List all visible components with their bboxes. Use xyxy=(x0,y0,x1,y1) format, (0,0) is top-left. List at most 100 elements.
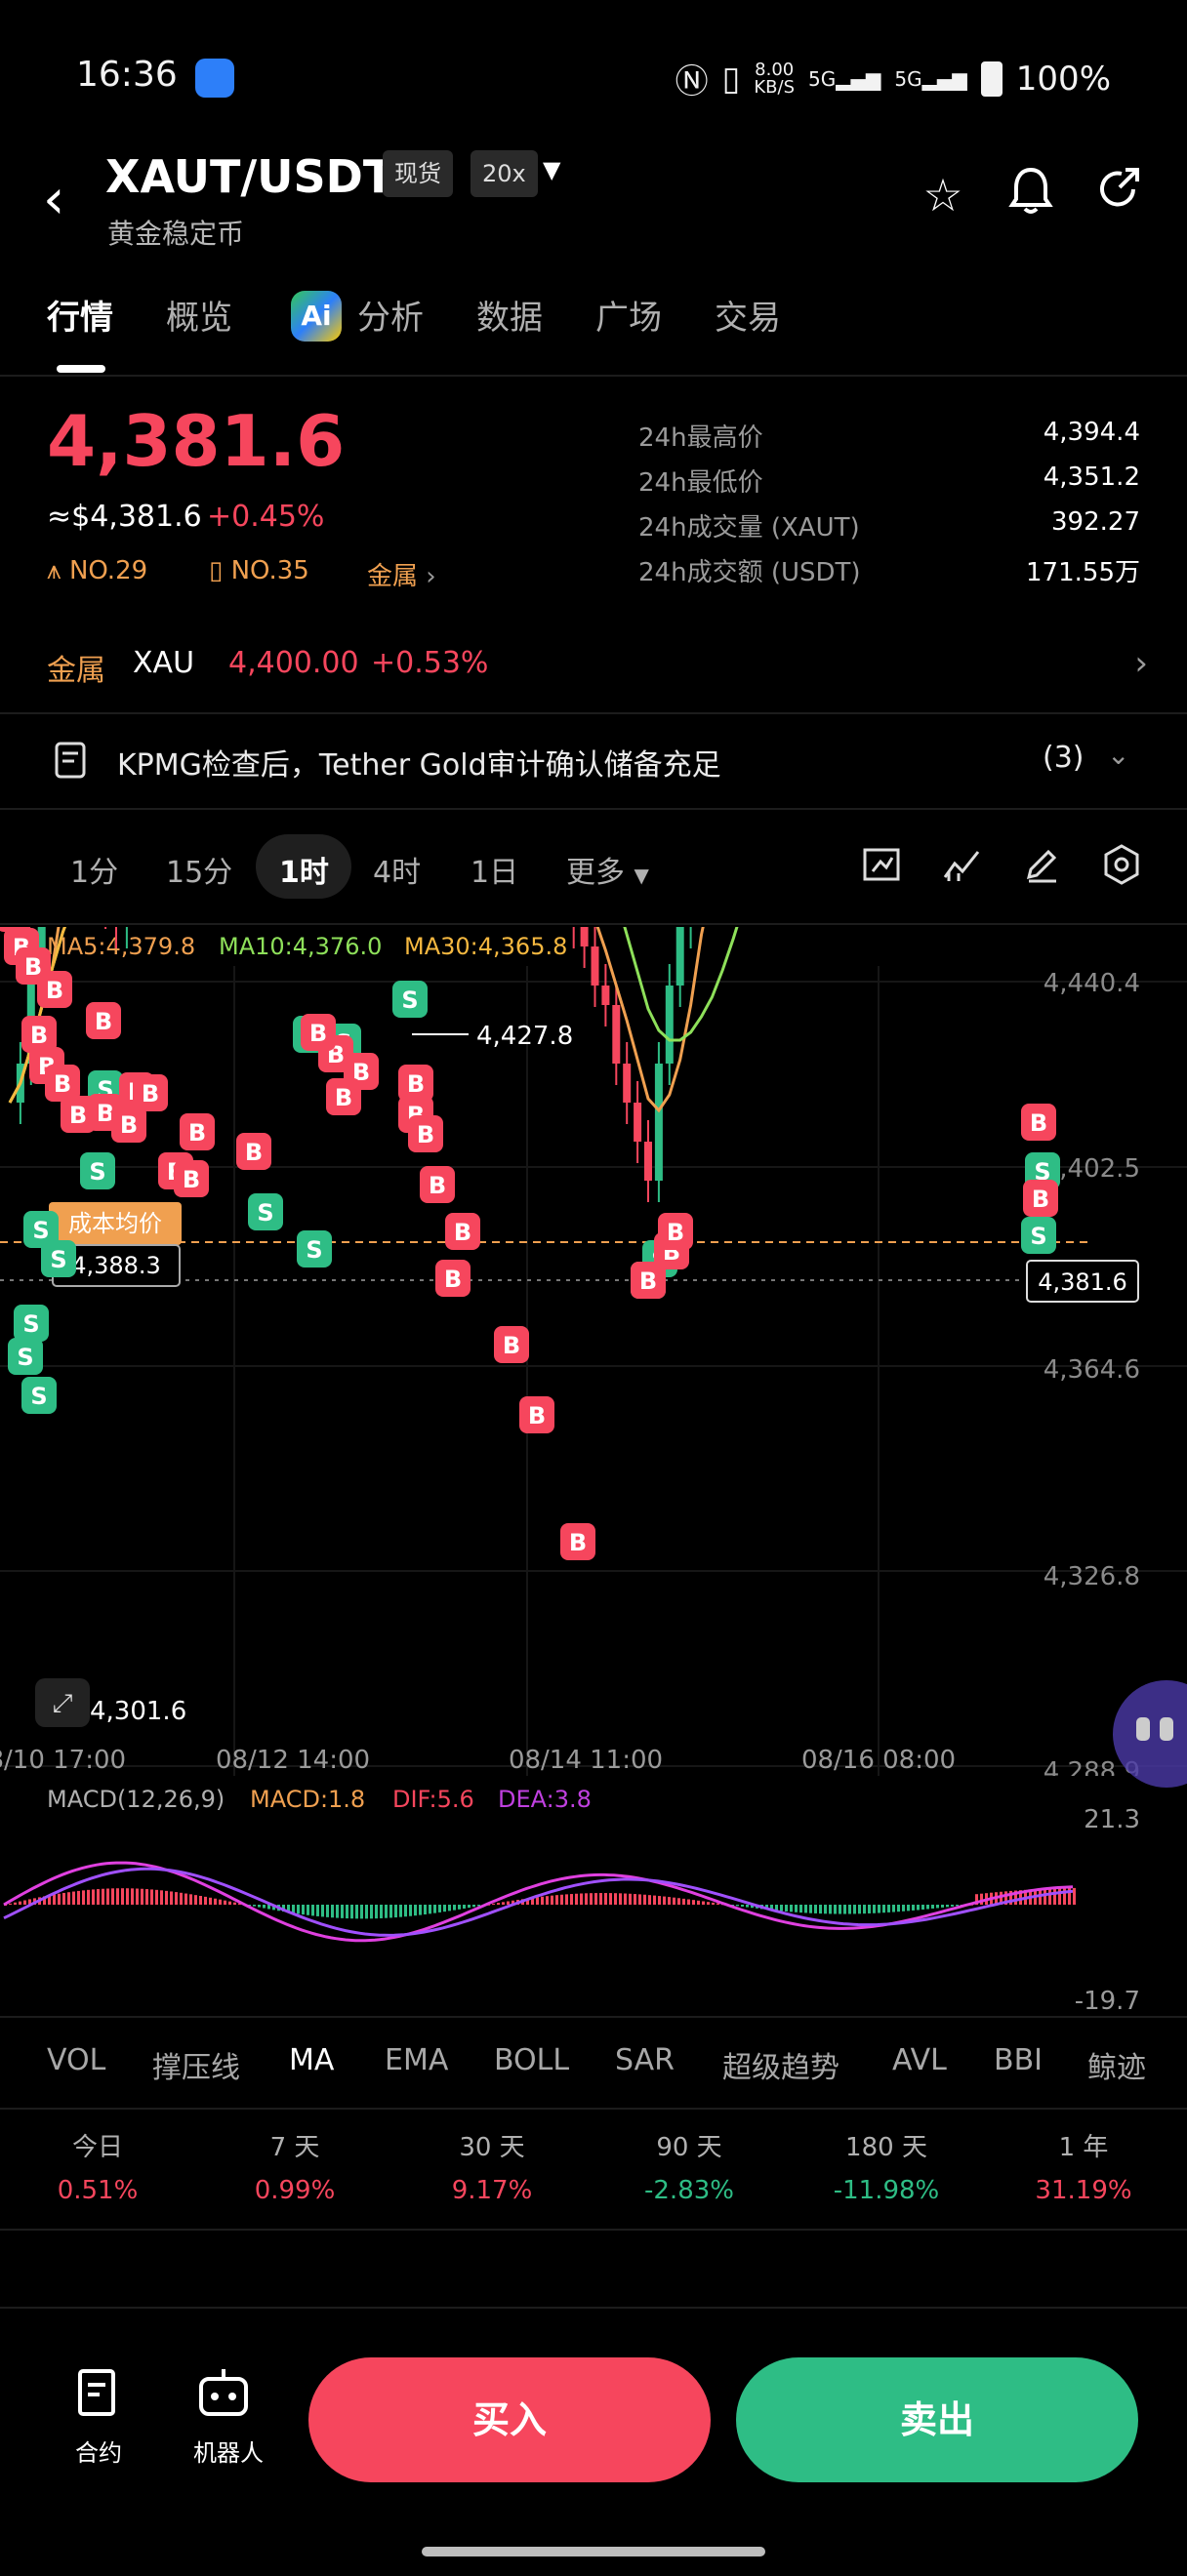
star-icon[interactable]: ☆ xyxy=(914,166,972,224)
metal-change: +0.53% xyxy=(371,646,489,680)
stat-label-vol: 24h成交量 (XAUT) xyxy=(638,513,860,543)
tab-trade[interactable]: 交易 xyxy=(715,291,781,339)
interval-15m[interactable]: 15分 xyxy=(166,848,232,891)
macd-bar xyxy=(131,1888,134,1905)
indicator-boll[interactable]: BOLL xyxy=(494,2043,569,2077)
macd-bar xyxy=(590,1893,593,1905)
tab-analysis[interactable]: 分析 xyxy=(357,291,424,339)
perf-value-1y: 31.19% xyxy=(1035,2176,1132,2205)
perf-value-today: 0.51% xyxy=(57,2176,139,2205)
low-label: 4,301.6 xyxy=(90,1697,186,1726)
macd-bar xyxy=(507,1901,510,1905)
macd-bar xyxy=(692,1900,695,1905)
share-icon[interactable] xyxy=(1089,166,1148,224)
indicator-whale[interactable]: 鲸迹 xyxy=(1087,2043,1146,2086)
macd-bar xyxy=(311,1905,314,1916)
macd-bar xyxy=(297,1905,300,1914)
macd-bar xyxy=(839,1905,841,1914)
draw-pencil-icon[interactable] xyxy=(1019,842,1068,891)
macd-bar xyxy=(921,1905,924,1910)
perf-label-30d: 30 天 xyxy=(459,2133,525,2162)
rank-1-label: NO.29 xyxy=(68,556,148,585)
macd-bar xyxy=(804,1905,807,1913)
indicator-supertrend[interactable]: 超级趋势 xyxy=(722,2043,839,2086)
interval-1m[interactable]: 1分 xyxy=(70,848,118,891)
macd-bar xyxy=(580,1893,583,1905)
candle xyxy=(644,1142,652,1181)
macd-bar xyxy=(316,1905,319,1916)
macd-bar xyxy=(346,1905,348,1919)
macd-bar xyxy=(341,1905,344,1918)
macd-bar xyxy=(1044,1888,1046,1905)
bell-icon[interactable] xyxy=(1002,166,1060,224)
metal-row[interactable]: 金属 XAU 4,400.00 +0.53% › xyxy=(0,634,1187,703)
price-chart[interactable]: MA5:4,379.8 MA10:4,376.0 MA30:4,365.8 4,… xyxy=(0,927,1187,1776)
indicator-support[interactable]: 撑压线 xyxy=(152,2043,240,2086)
macd-bar xyxy=(326,1905,329,1917)
interval-1h[interactable]: 1时 xyxy=(279,848,329,891)
indicator-avl[interactable]: AVL xyxy=(892,2043,947,2077)
interval-4h[interactable]: 4时 xyxy=(373,848,421,891)
macd-bar xyxy=(614,1893,617,1905)
macd-bar xyxy=(882,1905,885,1913)
indicator-icon[interactable] xyxy=(939,842,988,891)
macd-bar xyxy=(980,1893,983,1905)
indicator-sar[interactable]: SAR xyxy=(615,2043,675,2077)
indicator-bbi[interactable]: BBI xyxy=(994,2043,1043,2077)
candle xyxy=(580,927,589,946)
robot-label: 机器人 xyxy=(193,2439,264,2467)
macd-bar xyxy=(912,1905,915,1911)
rank-badge-2[interactable]: ▯ NO.35 xyxy=(209,556,309,585)
robot-button[interactable]: 机器人 xyxy=(193,2365,264,2468)
contract-button[interactable]: 合约 xyxy=(70,2365,127,2468)
settings-hex-icon[interactable] xyxy=(1099,842,1148,891)
macd-bar xyxy=(102,1888,104,1905)
last-price-tag: 4,381.6 xyxy=(1038,1268,1127,1296)
buy-marker: B xyxy=(188,1119,206,1147)
indicator-row: VOL 撑压线 MA EMA BOLL SAR 超级趋势 AVL BBI 鲸迹 xyxy=(0,2020,1187,2108)
indicator-ema[interactable]: EMA xyxy=(385,2043,448,2077)
news-row[interactable]: KPMG检查后，Tether Gold审计确认储备充足 (3) ⌄ xyxy=(0,727,1187,795)
macd-bar xyxy=(546,1896,549,1905)
indicator-vol[interactable]: VOL xyxy=(47,2043,105,2077)
macd-bar xyxy=(302,1905,305,1915)
rank-badge-1[interactable]: ⩚ NO.29 xyxy=(47,556,147,586)
indicator-ma[interactable]: MA xyxy=(289,2043,334,2077)
tab-overview[interactable]: 概览 xyxy=(166,291,232,339)
back-icon[interactable]: ‹ xyxy=(43,168,64,231)
buy-button[interactable]: 买入 xyxy=(308,2357,711,2482)
macd-bar xyxy=(785,1905,788,1912)
buy-marker: B xyxy=(46,977,63,1004)
macd-bar xyxy=(707,1902,710,1905)
header: ‹ XAUT/USDT 现货 20x ▼ 黄金稳定币 ☆ xyxy=(0,146,1187,254)
tab-square[interactable]: 广场 xyxy=(595,291,662,339)
pair-title[interactable]: XAUT/USDT xyxy=(105,150,393,203)
interval-1d[interactable]: 1日 xyxy=(471,848,518,891)
macd-bar xyxy=(502,1902,505,1905)
chart-type-icon[interactable] xyxy=(859,842,908,891)
tab-market[interactable]: 行情 xyxy=(47,291,113,339)
macd-bar xyxy=(936,1905,939,1909)
macd-bar xyxy=(663,1896,666,1905)
pair-dropdown-icon[interactable]: ▼ xyxy=(543,156,560,183)
stat-value-turnover: 171.55万 xyxy=(1026,558,1140,587)
chevron-down-icon[interactable]: ⌄ xyxy=(1107,739,1129,771)
macd-bar xyxy=(307,1905,309,1915)
macd-bar xyxy=(14,1902,17,1905)
sell-marker: S xyxy=(30,1383,47,1410)
contract-label: 合约 xyxy=(75,2439,122,2467)
macd-bar xyxy=(233,1902,236,1905)
buy-marker: B xyxy=(639,1268,657,1295)
interval-more[interactable]: 更多 ▼ xyxy=(566,848,649,891)
macd-bar xyxy=(931,1905,934,1909)
macd-bar xyxy=(858,1905,861,1914)
status-bar: 16:36 Ⓝ ▯ 8.00 KB/S 5G▂▄▆ 5G▂▄▆ 100% xyxy=(0,0,1187,146)
sell-button[interactable]: 卖出 xyxy=(736,2357,1138,2482)
macd-bar xyxy=(824,1905,827,1914)
y-tick-label: 4,326.8 xyxy=(1044,1562,1140,1591)
rank-chart-icon: ⩚ xyxy=(47,556,61,585)
tab-data[interactable]: 数据 xyxy=(476,291,543,339)
sector-link[interactable]: 金属 › xyxy=(367,556,436,592)
macd-bar xyxy=(697,1900,700,1905)
sell-marker: S xyxy=(22,1310,39,1338)
